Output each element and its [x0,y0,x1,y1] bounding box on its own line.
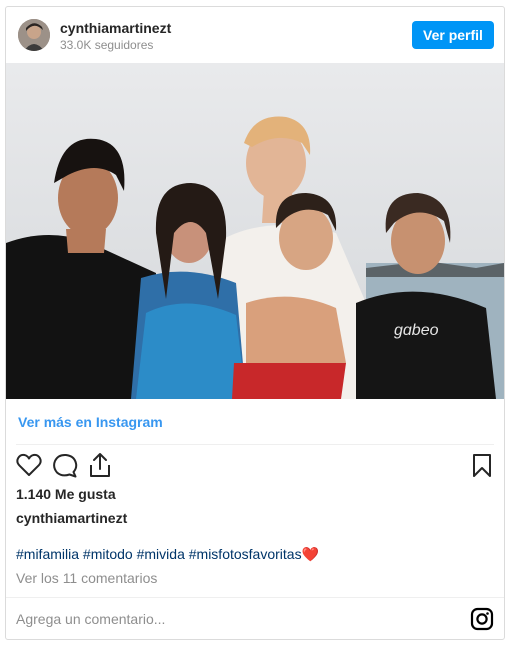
view-more-on-instagram-link[interactable]: Ver más en Instagram [18,414,163,430]
avatar[interactable] [18,19,50,51]
post-photo[interactable]: ɡɑbeo [6,63,504,399]
avatar-image [18,19,50,51]
heart-emoji: ❤️ [301,546,320,562]
post-header: cynthiamartinezt 33.0K seguidores Ver pe… [6,7,504,63]
family-photo: ɡɑbeo [6,63,504,399]
follower-count: 33.0K seguidores [60,38,154,52]
hashtag-link[interactable]: #misfotosfavoritas [189,546,302,562]
caption-hashtags: #mifamilia #mitodo #mivida #misfotosfavo… [16,546,319,563]
hashtag-link[interactable]: #mifamilia [16,546,79,562]
comment-input[interactable] [16,598,456,640]
caption-username[interactable]: cynthiamartinezt [16,510,127,526]
hashtag-link[interactable]: #mitodo [83,546,133,562]
view-comments-link[interactable]: Ver los 11 comentarios [16,570,157,586]
share-icon[interactable] [88,452,112,483]
hashtag-link[interactable]: #mivida [137,546,185,562]
instagram-icon[interactable] [470,607,494,636]
heart-icon[interactable] [16,453,42,482]
instagram-embed-card: cynthiamartinezt 33.0K seguidores Ver pe… [5,6,505,640]
comment-bar [6,597,504,640]
bookmark-icon[interactable] [472,453,492,483]
divider [16,444,494,445]
view-profile-button[interactable]: Ver perfil [412,21,494,49]
shirt-graphic: ɡɑbeo [394,322,439,339]
comment-icon[interactable] [52,453,78,484]
header-username[interactable]: cynthiamartinezt [60,20,171,36]
like-count[interactable]: 1.140 Me gusta [16,486,116,502]
